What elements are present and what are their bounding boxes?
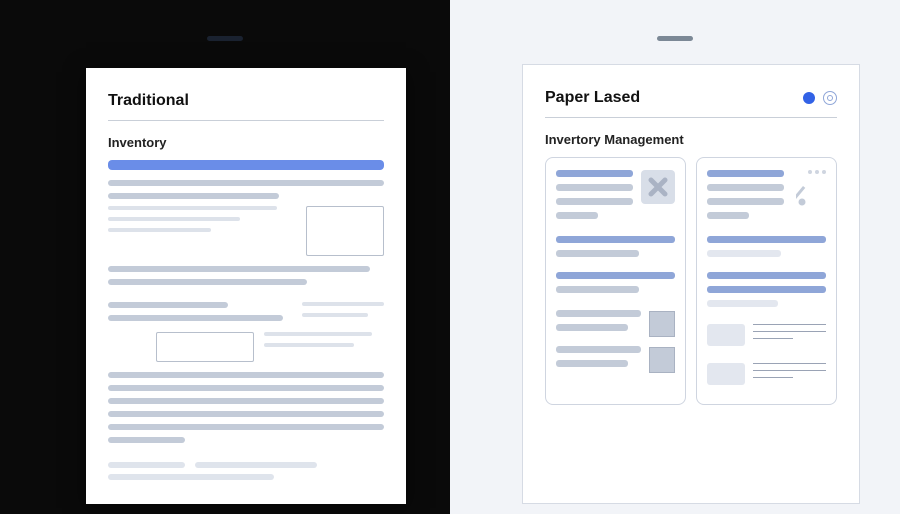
card-panel [696, 157, 837, 405]
right-panel: Paper Lased Invertory Management [450, 0, 900, 514]
card-heading [707, 272, 826, 279]
image-placeholder [156, 332, 254, 362]
text-line [707, 212, 749, 219]
rule-line [753, 324, 826, 325]
text-line [108, 266, 370, 272]
card-heading [556, 272, 675, 279]
card-heading [707, 286, 826, 293]
sheet-title: Paper Lased [545, 89, 640, 107]
rule-line [753, 377, 793, 378]
text-line [302, 313, 368, 317]
text-line [556, 310, 641, 317]
text-line [556, 250, 639, 257]
text-line [108, 385, 384, 391]
text-line [108, 315, 283, 321]
footer-line [108, 474, 274, 480]
card-heading [556, 170, 633, 177]
document-sheet: Paper Lased Invertory Management [522, 64, 860, 504]
text-line [108, 302, 228, 308]
rule-line [753, 370, 826, 371]
more-icon[interactable] [808, 170, 826, 174]
divider [545, 117, 837, 118]
status-dot-icon [803, 92, 815, 104]
thumbnail [649, 347, 675, 373]
text-line [108, 279, 307, 285]
text-line [108, 193, 279, 199]
device-notch [657, 36, 693, 41]
text-line [556, 324, 628, 331]
text-line [707, 250, 781, 257]
footer-line [195, 462, 316, 468]
text-line [302, 302, 384, 306]
text-line [108, 424, 384, 430]
text-line [707, 184, 784, 191]
text-line [556, 212, 598, 219]
card-heading [707, 170, 784, 177]
text-line [556, 198, 633, 205]
card-heading [707, 236, 826, 243]
tool-icon [792, 178, 826, 212]
refresh-icon[interactable] [823, 91, 837, 105]
device-notch [207, 36, 243, 41]
thumbnail [707, 363, 745, 385]
footer-line [108, 462, 185, 468]
text-line [108, 180, 384, 186]
text-line [556, 286, 639, 293]
text-line [707, 300, 778, 307]
document-sheet: Traditional Inventory [86, 68, 406, 504]
rule-line [753, 331, 826, 332]
sheet-subtitle: Inventory [108, 135, 384, 150]
rule-line [753, 363, 826, 364]
thumbnail [707, 324, 745, 346]
sheet-title: Traditional [108, 92, 384, 110]
text-line [108, 372, 384, 378]
text-line [108, 206, 277, 210]
text-line [264, 343, 354, 347]
cross-icon [641, 170, 675, 204]
text-line [108, 437, 185, 443]
text-line [707, 198, 784, 205]
image-placeholder [306, 206, 384, 256]
highlight-bar [108, 160, 384, 170]
left-panel: Traditional Inventory [0, 0, 450, 514]
card-heading [556, 236, 675, 243]
text-line [556, 184, 633, 191]
thumbnail [649, 311, 675, 337]
text-line [108, 217, 240, 221]
divider [108, 120, 384, 121]
rule-line [753, 338, 793, 339]
text-line [556, 360, 628, 367]
text-line [108, 228, 211, 232]
sheet-subtitle: Invertory Management [545, 132, 837, 147]
text-line [108, 398, 384, 404]
text-line [108, 411, 384, 417]
text-line [556, 346, 641, 353]
card-panel [545, 157, 686, 405]
text-line [264, 332, 372, 336]
